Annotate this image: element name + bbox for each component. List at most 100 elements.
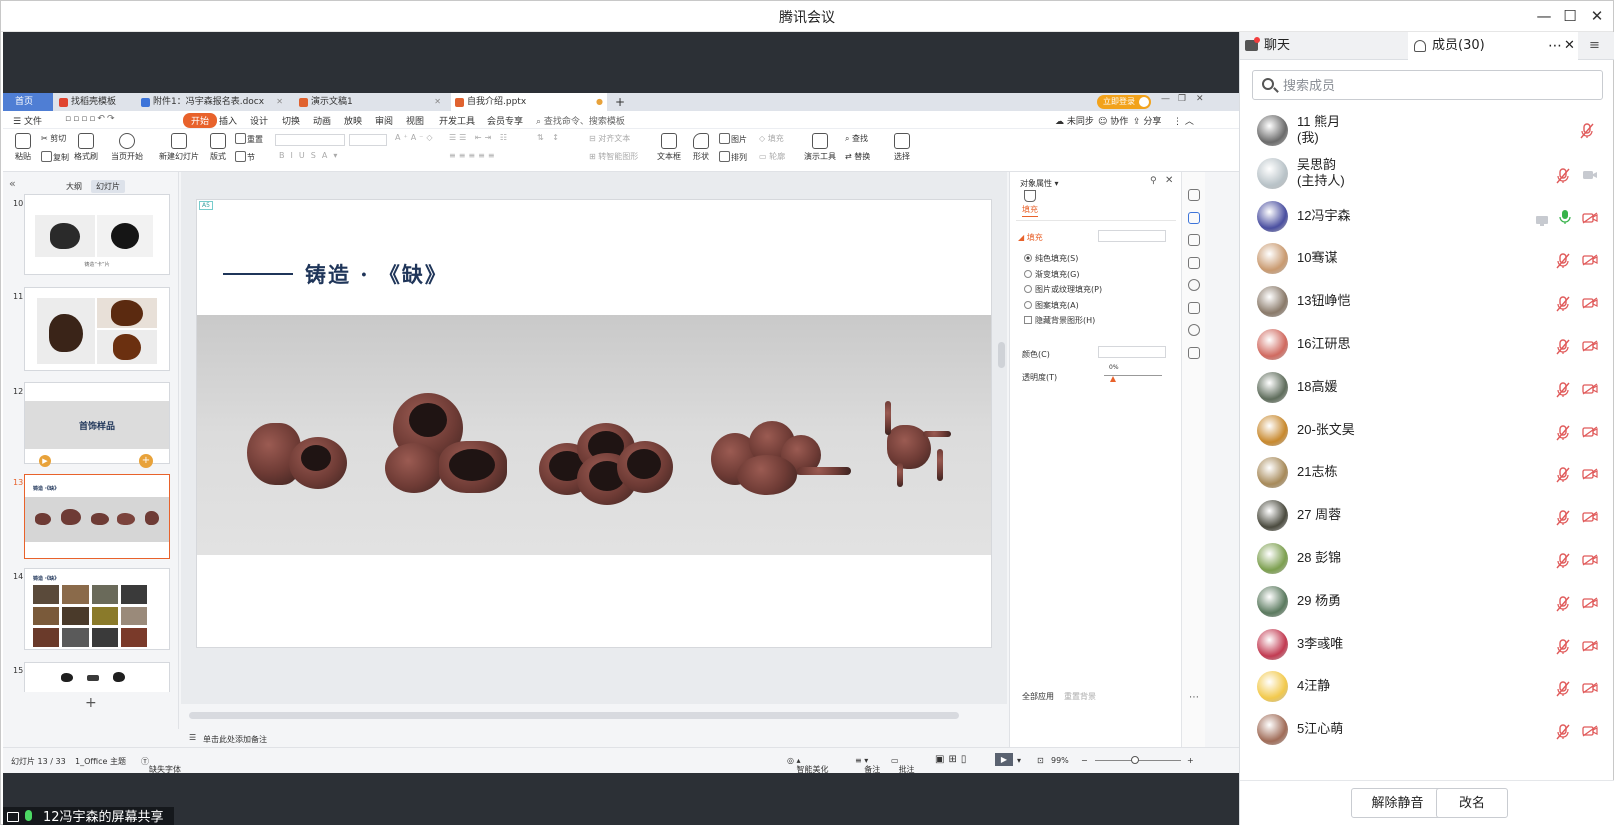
settings-tool-icon[interactable]	[1188, 189, 1200, 201]
camera-off-icon[interactable]	[1582, 337, 1598, 353]
member-search-input[interactable]	[1283, 76, 1583, 94]
animation-tool-icon[interactable]	[1188, 234, 1200, 246]
zoom-value[interactable]: 99%	[1051, 756, 1069, 765]
tab-close-icon[interactable]: ✕	[276, 93, 283, 111]
play-from-current-button[interactable]: 当页开始	[109, 133, 145, 162]
reset-background-button[interactable]: 重置背景	[1064, 691, 1096, 702]
command-search[interactable]: ⌕ 查找命令、搜索模板	[536, 114, 625, 127]
file-menu[interactable]: ☰ 文件	[13, 114, 42, 127]
mic-off-icon[interactable]	[1556, 510, 1572, 526]
play-thumb-icon[interactable]: ▶	[39, 455, 51, 467]
section-button[interactable]: 节	[235, 151, 255, 163]
view-mode-icons[interactable]: ▣⊞▯	[935, 754, 970, 765]
horizontal-scrollbar[interactable]	[189, 712, 959, 719]
slide-thumbnail-10[interactable]: 铸造“卡”片	[24, 194, 170, 275]
close-members-icon[interactable]: ✕	[1564, 32, 1575, 60]
panel-menu-icon[interactable]: ≡	[1589, 38, 1600, 53]
unmute-all-button[interactable]: 解除静音	[1351, 788, 1444, 818]
fill-section-header[interactable]: ◢ 填充	[1018, 232, 1043, 243]
mic-off-icon[interactable]	[1556, 638, 1572, 655]
notes-placeholder[interactable]: 单击此处添加备注	[203, 734, 267, 745]
location-tool-icon[interactable]	[1188, 324, 1200, 336]
slide-title[interactable]: 铸造 · 《缺》	[305, 259, 448, 289]
wps-tab-pptx-active[interactable]: 自我介绍.pptx ●	[451, 93, 607, 111]
find-button[interactable]: ⌕ 查找	[845, 133, 868, 144]
camera-off-icon[interactable]	[1582, 380, 1598, 396]
tab-close-icon[interactable]: ✕	[434, 93, 441, 111]
missing-font-button[interactable]: Ⓣ 缺失字体	[141, 756, 181, 773]
comments-toggle[interactable]: ▭ 批注	[891, 756, 915, 773]
mic-off-icon[interactable]	[1556, 724, 1572, 740]
presenter-tools-button[interactable]: 演示工具	[803, 133, 837, 162]
more-icon[interactable]: ⋮ ︿	[1173, 114, 1194, 127]
pin-icon[interactable]: ⚲	[1150, 176, 1157, 186]
slide-thumbnail-12[interactable]: 首饰样品 ▶ +	[24, 382, 170, 468]
zoom-slider-thumb[interactable]	[1131, 756, 1139, 764]
menu-review[interactable]: 审阅	[375, 114, 393, 127]
wps-close-icon[interactable]: ✕	[1196, 94, 1204, 104]
mic-on-icon[interactable]	[1558, 209, 1572, 225]
mic-off-icon[interactable]	[1556, 467, 1572, 483]
camera-off-icon[interactable]	[1582, 465, 1598, 481]
member-row[interactable]: 18高媛	[1240, 366, 1614, 409]
font-family-combo[interactable]	[275, 134, 345, 146]
shape-button[interactable]: 形状	[689, 133, 713, 162]
camera-icon[interactable]	[1582, 166, 1597, 182]
zoom-in-icon[interactable]: +	[1187, 756, 1194, 765]
camera-off-icon[interactable]	[1582, 594, 1598, 610]
align-text-button[interactable]: ⊟ 对齐文本	[589, 133, 630, 144]
fill-type-select[interactable]	[1098, 230, 1166, 242]
cut-button[interactable]: ✂ 剪切	[41, 133, 66, 144]
copy-button[interactable]: 复制	[41, 151, 69, 163]
slides-view-tab[interactable]: 幻灯片	[91, 180, 125, 193]
mic-off-icon[interactable]	[1556, 681, 1572, 697]
menu-home[interactable]: 开始	[183, 113, 218, 128]
camera-off-icon[interactable]	[1582, 551, 1598, 567]
properties-tool-icon[interactable]	[1188, 212, 1200, 224]
new-tab-button[interactable]: +	[611, 93, 631, 111]
outline-view-tab[interactable]: 大纲	[61, 180, 87, 193]
wps-minimize-icon[interactable]: —	[1161, 94, 1170, 104]
text-direction-tools[interactable]: ⇅ ↕	[537, 133, 562, 142]
more-options-icon[interactable]: ⋯	[1548, 32, 1562, 60]
mic-off-icon[interactable]	[1556, 253, 1572, 269]
props-close-icon[interactable]: ✕	[1165, 175, 1173, 186]
slideshow-play-button[interactable]: ▶	[995, 753, 1013, 766]
wps-tab-templates[interactable]: 找稻壳模板	[55, 93, 133, 111]
zoom-out-icon[interactable]: −	[1081, 756, 1088, 765]
login-button[interactable]: 立即登录	[1097, 95, 1151, 109]
member-row[interactable]: 12冯宇森	[1240, 195, 1614, 238]
member-row[interactable]: 3李彧唯	[1240, 623, 1614, 666]
fill-button[interactable]: ◇ 填充	[759, 133, 784, 144]
hide-background-checkbox[interactable]: 隐藏背景图形(H)	[1024, 315, 1095, 326]
gradient-fill-radio[interactable]: 渐变填充(G)	[1024, 269, 1079, 280]
mic-off-icon[interactable]	[1556, 596, 1572, 612]
member-row[interactable]: 28 彭锦	[1240, 537, 1614, 580]
book-tool-icon[interactable]	[1188, 347, 1200, 359]
menu-view[interactable]: 视图	[406, 114, 424, 127]
wps-tab-presentation1[interactable]: 演示文稿1 ✕	[295, 93, 445, 111]
tab-chat[interactable]: 聊天	[1240, 32, 1407, 60]
mic-off-icon[interactable]	[1556, 168, 1572, 184]
wps-restore-icon[interactable]: ❐	[1178, 94, 1186, 104]
font-size-tools[interactable]: A⁺A⁻◇	[395, 133, 436, 142]
mic-off-icon[interactable]	[1556, 382, 1572, 398]
font-size-combo[interactable]	[349, 134, 387, 146]
arrange-button[interactable]: 排列	[719, 151, 747, 163]
slide-thumbnail-14[interactable]: 铸造 ·《缺》	[24, 568, 170, 650]
slide-thumbnail-11[interactable]	[24, 287, 170, 371]
beautify-button[interactable]: ◎ 智能美化 ▴	[787, 756, 829, 773]
menu-design[interactable]: 设计	[250, 114, 268, 127]
member-search-box[interactable]	[1252, 70, 1603, 100]
sync-status[interactable]: ☁ 未同步	[1055, 114, 1094, 127]
picture-button[interactable]: 图片	[719, 133, 747, 145]
member-row[interactable]: 29 杨勇	[1240, 580, 1614, 623]
pattern-fill-radio[interactable]: 图案填充(A)	[1024, 300, 1079, 311]
new-slide-button[interactable]: 新建幻灯片	[157, 133, 201, 162]
camera-off-icon[interactable]	[1582, 679, 1598, 695]
notes-toggle[interactable]: ≡ 备注 ▾	[855, 756, 880, 773]
wps-tab-home[interactable]: 首页	[3, 93, 53, 111]
outline-button[interactable]: ▭ 轮廓	[759, 151, 785, 162]
member-row[interactable]: 5江心萌	[1240, 708, 1614, 751]
select-button[interactable]: 选择	[891, 133, 913, 162]
